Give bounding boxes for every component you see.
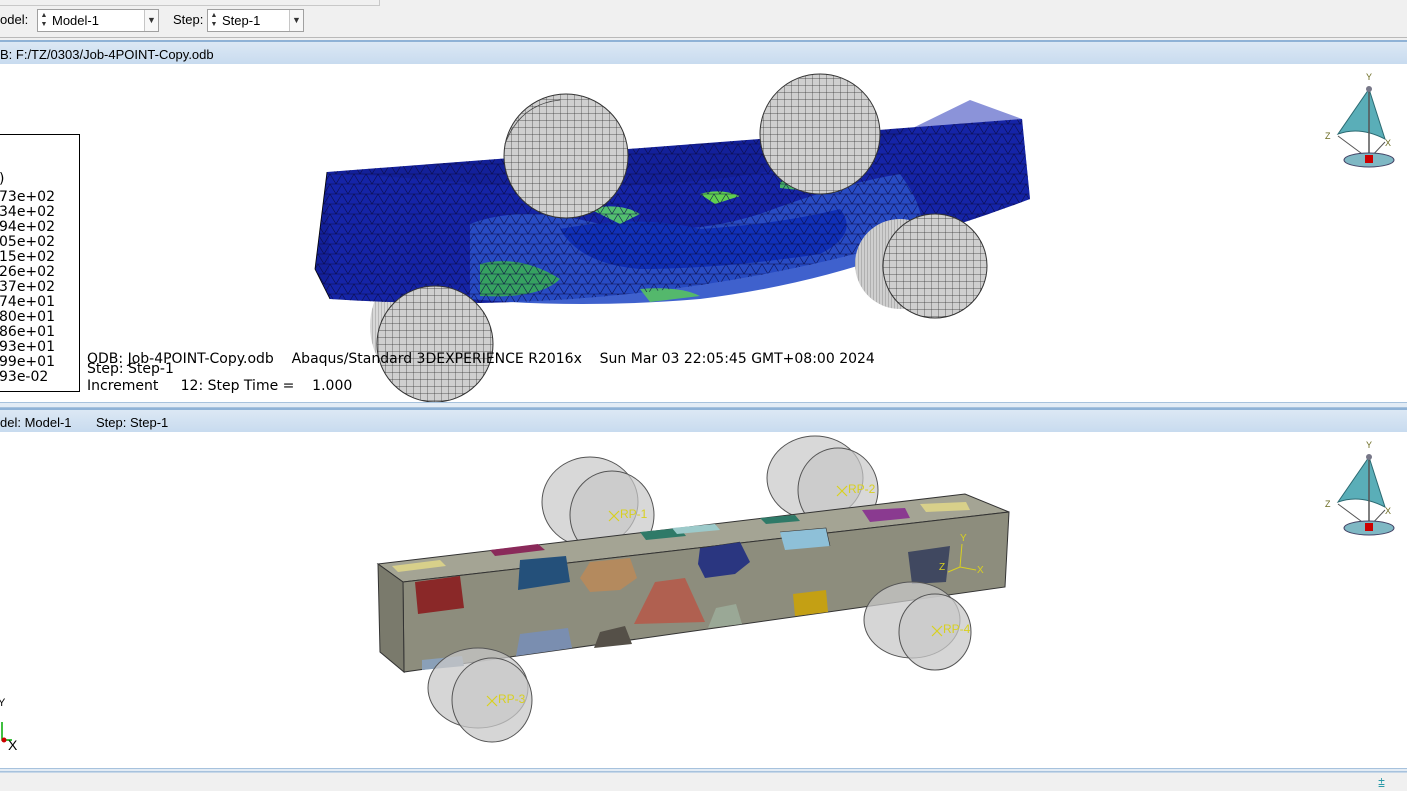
legend-value: 80e+01	[0, 309, 55, 325]
svg-text:Z: Z	[1325, 131, 1331, 141]
legend-value: 34e+02	[0, 204, 55, 220]
context-toolbar: odel: ▲ ▼ Model-1 ▼ Step: ▲ ▼ Step-1 ▼	[0, 0, 1407, 38]
svg-text:Y: Y	[1366, 72, 1372, 82]
legend-value: 73e+02	[0, 189, 55, 205]
legend-value: 37e+02	[0, 279, 55, 295]
viewport-1[interactable]: Y Z X X Y ) 73e+02 34e+02 94e+02 05e+02 …	[0, 64, 1407, 402]
rp4-label: RP-4	[943, 622, 971, 636]
legend-value: 74e+01	[0, 294, 55, 310]
viewport-1-title: B: F:/TZ/0303/Job-4POINT-Copy.odb	[0, 47, 214, 62]
model-label: odel:	[0, 12, 29, 27]
svg-text:X: X	[1385, 138, 1391, 148]
legend-value: 86e+01	[0, 324, 55, 340]
viewport-2-step: Step: Step-1	[96, 415, 169, 430]
legend-header: )	[0, 172, 4, 187]
local-axis-y: Y	[960, 533, 967, 544]
abaqus-cae-window: odel: ▲ ▼ Model-1 ▼ Step: ▲ ▼ Step-1 ▼ B: …	[0, 0, 1407, 791]
increment-info-line: Increment 12: Step Time = 1.000	[87, 378, 353, 394]
rp3-label: RP-3	[498, 692, 526, 706]
chevron-down-icon[interactable]: ▼	[289, 10, 303, 31]
contour-legend: ) 73e+02 34e+02 94e+02 05e+02 15e+02 26e…	[0, 134, 80, 392]
chevron-down-icon[interactable]: ▼	[144, 10, 158, 31]
local-axis-x: X	[977, 565, 984, 576]
step-info-line: Step: Step-1	[87, 361, 174, 377]
roller-top-left	[503, 93, 629, 219]
roller-top-right	[759, 73, 881, 195]
step-combo-value: Step-1	[222, 13, 261, 28]
model-combo-value: Model-1	[52, 13, 99, 28]
roller-bottom-left-face	[376, 285, 494, 402]
local-axis-z: Z	[939, 562, 945, 573]
svg-text:Y: Y	[0, 697, 6, 709]
legend-value: 93e-02	[0, 369, 49, 385]
viewport-2-titlebar[interactable]: del: Model-1 Step: Step-1	[0, 408, 1407, 432]
legend-value: 94e+02	[0, 219, 55, 235]
svg-text:X: X	[8, 737, 18, 753]
status-icon: ⩲	[1377, 776, 1385, 790]
step-label: Step:	[173, 12, 204, 27]
viewport-1-titlebar[interactable]: B: F:/TZ/0303/Job-4POINT-Copy.odb	[0, 40, 1407, 64]
view-triad-icon: Y Z X	[1325, 72, 1395, 168]
axis-icon: X Y	[0, 697, 18, 753]
svg-text:Y: Y	[1366, 440, 1372, 450]
model-combo[interactable]: ▲ ▼ Model-1 ▼	[37, 9, 159, 32]
legend-value: 15e+02	[0, 249, 55, 265]
toolbar-icon-row	[96, 0, 156, 13]
rp2-label: RP-2	[848, 482, 876, 496]
viewport-2[interactable]: Y Z X Y Z X X Y RP-1 RP-2 RP-3 RP-4	[0, 432, 1407, 768]
svg-text:Z: Z	[1325, 499, 1331, 509]
spin-icon[interactable]: ▲ ▼	[209, 11, 219, 30]
toolbar-top-strip	[0, 0, 380, 6]
step-combo[interactable]: ▲ ▼ Step-1 ▼	[207, 9, 304, 32]
status-bar: ⩲	[0, 772, 1407, 791]
roller-bottom-right	[855, 213, 988, 319]
legend-value: 93e+01	[0, 339, 55, 355]
odb-info-line: ODB: Job-4POINT-Copy.odb Abaqus/Standard…	[87, 351, 875, 367]
rp1-label: RP-1	[620, 507, 648, 521]
legend-value: 99e+01	[0, 354, 55, 370]
viewport-2-model: del: Model-1	[0, 415, 72, 430]
spin-icon[interactable]: ▲ ▼	[39, 11, 49, 30]
legend-value: 26e+02	[0, 264, 55, 280]
view-triad-icon: Y Z X	[1325, 440, 1395, 536]
assembly-geometry-plot: Y Z X Y Z X X Y	[0, 435, 1395, 753]
legend-value: 05e+02	[0, 234, 55, 250]
svg-text:X: X	[1385, 506, 1391, 516]
